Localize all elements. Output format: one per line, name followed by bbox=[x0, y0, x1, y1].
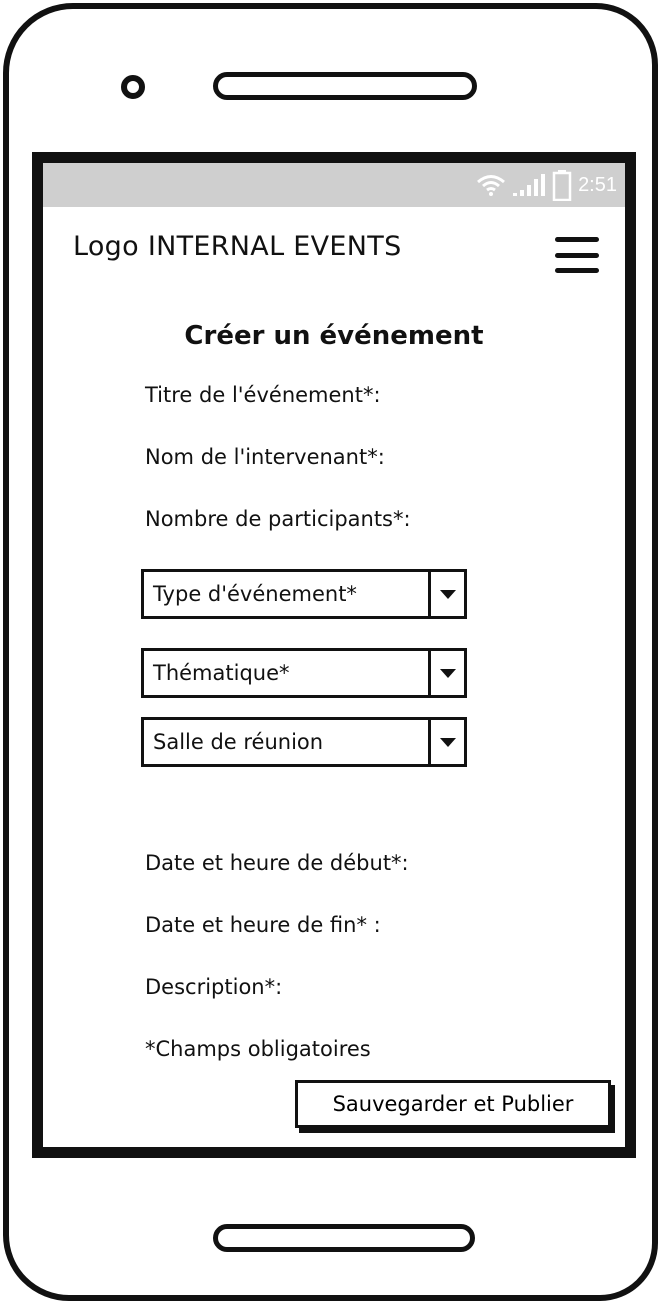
app-bar: Logo INTERNAL EVENTS bbox=[43, 207, 625, 287]
signal-icon bbox=[512, 173, 546, 197]
save-and-publish-button[interactable]: Sauvegarder et Publier bbox=[295, 1080, 611, 1128]
menu-line bbox=[555, 268, 599, 273]
wifi-icon bbox=[476, 174, 506, 196]
required-fields-note: *Champs obligatoires bbox=[145, 1037, 371, 1061]
event-type-value: Type d'événement* bbox=[153, 582, 357, 606]
end-datetime-label[interactable]: Date et heure de fin* : bbox=[145, 913, 381, 937]
start-datetime-label[interactable]: Date et heure de début*: bbox=[145, 851, 409, 875]
page-title: Créer un événement bbox=[184, 321, 484, 351]
chevron-down-icon[interactable] bbox=[428, 651, 464, 695]
hamburger-menu-icon[interactable] bbox=[555, 237, 599, 273]
front-camera bbox=[121, 75, 145, 99]
event-type-select[interactable]: Type d'événement* bbox=[141, 569, 467, 619]
battery-icon bbox=[552, 169, 572, 201]
theme-value: Thématique* bbox=[153, 661, 290, 685]
home-button[interactable] bbox=[213, 1224, 475, 1252]
menu-line bbox=[555, 237, 599, 242]
earpiece-speaker bbox=[213, 72, 477, 100]
meeting-room-select[interactable]: Salle de réunion bbox=[141, 717, 467, 767]
status-time: 2:51 bbox=[578, 173, 617, 196]
menu-line bbox=[555, 252, 599, 258]
meeting-room-value: Salle de réunion bbox=[153, 730, 324, 754]
theme-select[interactable]: Thématique* bbox=[141, 648, 467, 698]
event-title-label[interactable]: Titre de l'événement*: bbox=[145, 383, 381, 407]
participants-count-label[interactable]: Nombre de participants*: bbox=[145, 507, 411, 531]
description-label[interactable]: Description*: bbox=[145, 975, 282, 999]
app-logo[interactable]: Logo INTERNAL EVENTS bbox=[73, 231, 402, 262]
phone-screen: 2:51 Logo INTERNAL EVENTS Créer un événe… bbox=[32, 152, 636, 1158]
chevron-down-icon[interactable] bbox=[428, 720, 464, 764]
speaker-name-label[interactable]: Nom de l'intervenant*: bbox=[145, 445, 385, 469]
chevron-down-icon[interactable] bbox=[428, 572, 464, 616]
status-bar: 2:51 bbox=[43, 163, 625, 207]
